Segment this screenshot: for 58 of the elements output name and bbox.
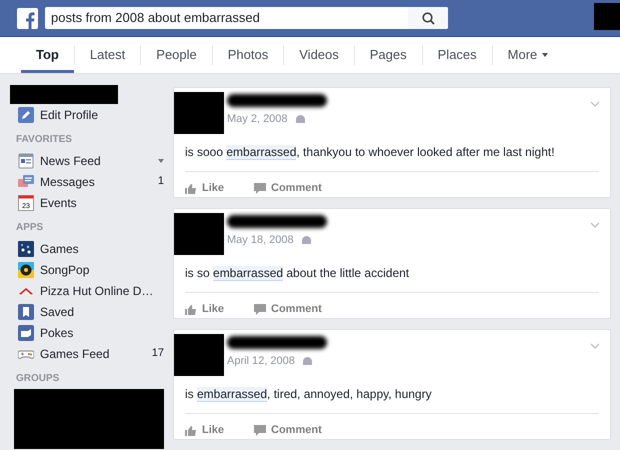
thumbs-up-icon xyxy=(185,304,197,315)
redaction-block xyxy=(174,334,224,376)
tab[interactable]: More xyxy=(492,37,564,73)
redaction-block xyxy=(174,92,224,134)
tab[interactable]: Places xyxy=(422,37,492,73)
sidebar-item[interactable]: Games Feed xyxy=(40,344,146,362)
speech-bubble-icon xyxy=(254,182,266,194)
tab[interactable]: Videos xyxy=(284,37,354,73)
sidebar-item[interactable]: SongPop xyxy=(40,260,164,278)
sidebar-item[interactable]: Pizza Hut Online D… xyxy=(40,282,164,300)
section-heading: FAVORITES xyxy=(15,133,73,147)
sidebar-item[interactable]: Games xyxy=(40,240,164,258)
audience-icon xyxy=(302,357,312,366)
record-icon xyxy=(18,262,34,278)
thumbs-up-icon xyxy=(185,424,197,436)
tab[interactable]: Latest xyxy=(74,37,140,73)
sidebar-item[interactable]: Messages xyxy=(40,172,152,190)
audience-icon xyxy=(302,236,311,244)
post-text: is embarrassed, tired, annoyed, happy, hungry xyxy=(184,386,433,403)
speech-bubble-icon xyxy=(254,424,266,436)
comment-button[interactable]: Comment xyxy=(254,180,322,196)
post-text: is sooo embarrassed, thankyou to whoever looked after me last night! xyxy=(184,144,556,161)
count-label: 17 xyxy=(152,346,164,362)
chevron-icon[interactable] xyxy=(590,222,600,228)
like-button[interactable]: Like xyxy=(185,422,224,438)
chevron-icon[interactable] xyxy=(590,101,600,107)
post-text: is so embarrassed about the little accident xyxy=(184,265,410,282)
section-heading: GROUPS xyxy=(15,372,60,386)
redaction-block xyxy=(594,3,620,30)
chat-bubbles-icon xyxy=(18,174,34,190)
edit-profile-link[interactable]: Edit Profile xyxy=(40,106,98,124)
caret-icon[interactable] xyxy=(158,158,164,162)
comment-button[interactable]: Comment xyxy=(254,422,322,438)
search-field[interactable]: posts from 2008 about embarrassed xyxy=(45,7,448,29)
tab[interactable]: People xyxy=(141,37,212,73)
search-button[interactable] xyxy=(408,7,448,29)
search-icon xyxy=(422,12,434,24)
like-button[interactable]: Like xyxy=(185,301,224,318)
redaction-block xyxy=(174,213,224,255)
speech-bubble-icon xyxy=(254,304,266,315)
sidebar-item[interactable]: Pokes xyxy=(40,324,164,342)
like-button[interactable]: Like xyxy=(185,180,224,196)
dots-icon xyxy=(18,240,34,256)
newspaper-icon xyxy=(18,152,34,168)
logo-icon[interactable] xyxy=(17,8,38,28)
count-label: 1 xyxy=(158,174,164,190)
comment-button[interactable]: Comment xyxy=(254,301,322,318)
tab[interactable]: Photos xyxy=(212,37,284,73)
pencil-icon xyxy=(18,106,34,122)
thumbs-up-icon xyxy=(185,182,197,194)
bookmark-icon xyxy=(18,304,34,320)
tab[interactable]: Pages xyxy=(354,37,422,73)
chevron-icon[interactable] xyxy=(590,343,600,349)
sidebar-item[interactable]: News Feed xyxy=(40,152,152,170)
sidebar-item[interactable]: Events xyxy=(40,194,164,212)
sidebar-item[interactable]: Saved xyxy=(40,302,164,320)
section-heading: APPS xyxy=(15,221,44,235)
audience-icon xyxy=(296,115,305,124)
